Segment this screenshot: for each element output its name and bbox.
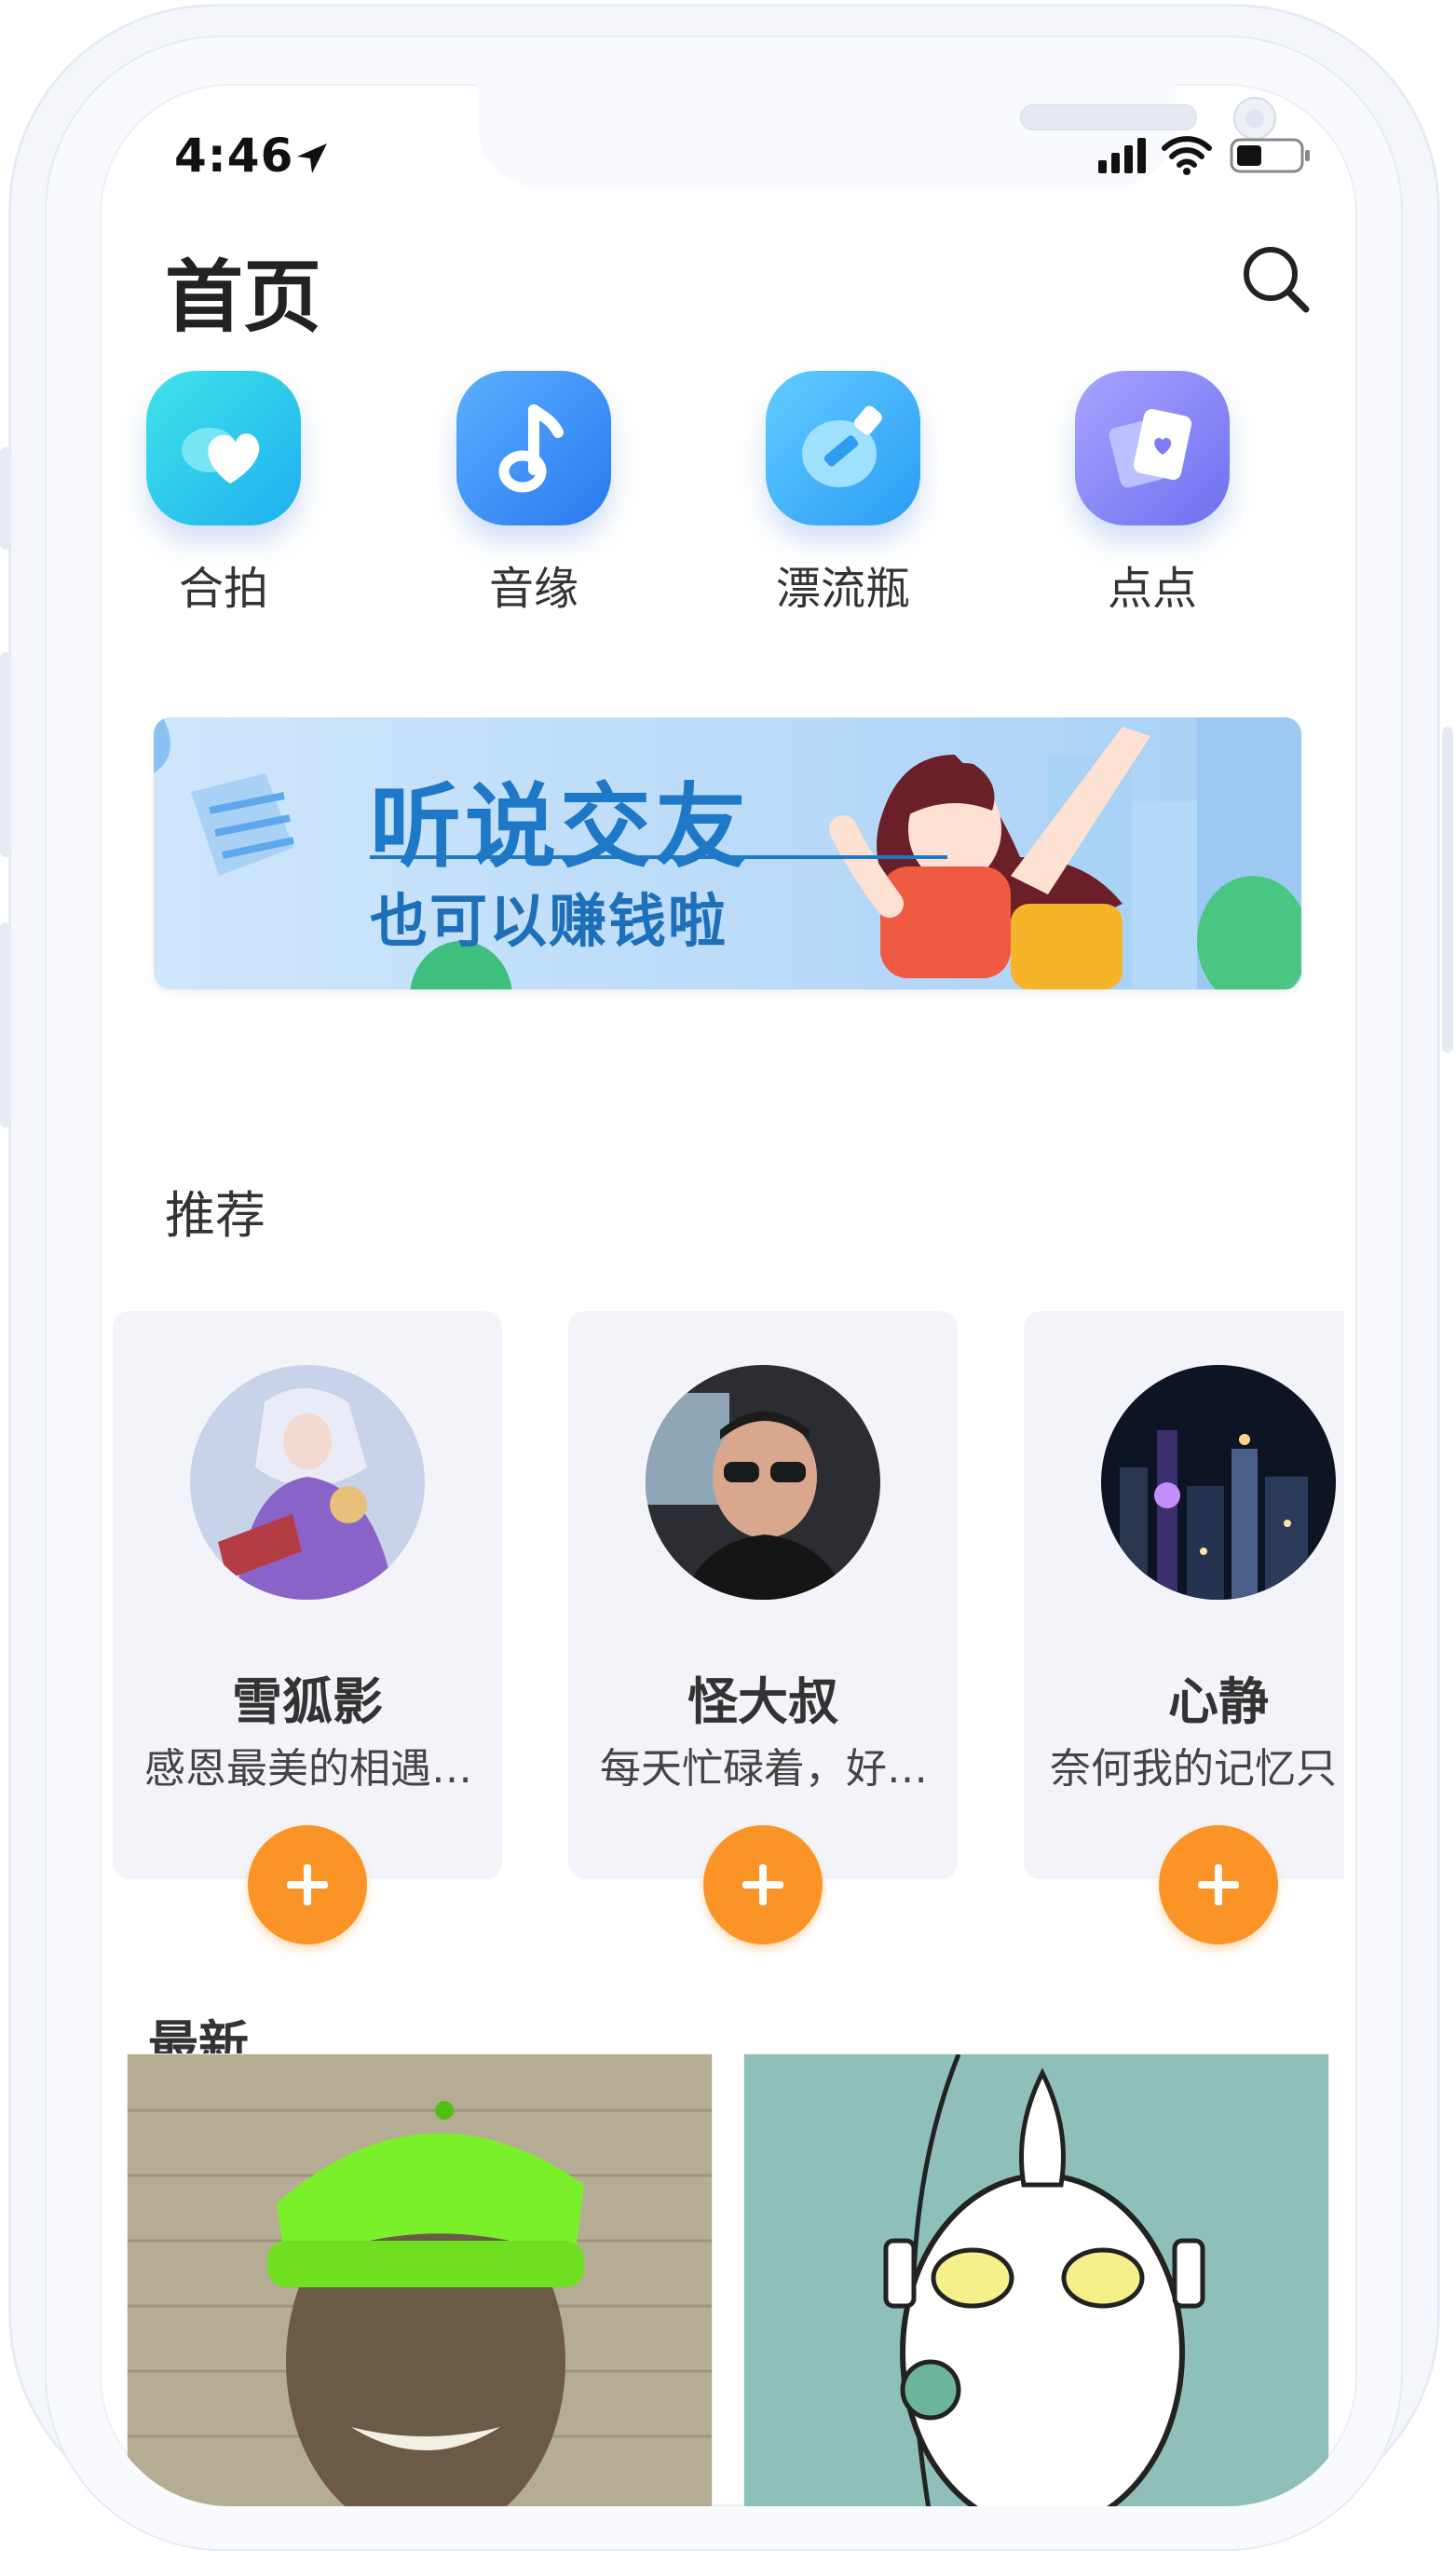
- location-arrow-icon: [297, 143, 327, 173]
- side-button: [0, 652, 11, 857]
- user-name: 心静: [1168, 1672, 1269, 1731]
- avatar[interactable]: [190, 1365, 425, 1600]
- user-name: 雪狐影: [232, 1672, 383, 1731]
- plus-icon: [287, 1864, 328, 1905]
- recommend-card[interactable]: 心静 奈何我的记忆只: [1024, 1311, 1344, 1944]
- cellular-signal-icon: [1098, 138, 1146, 173]
- notch: [477, 84, 1276, 188]
- recommend-carousel[interactable]: 雪狐影 感恩最美的相遇… 怪大叔 每天忙碌着，好… 心静 奈何我的记忆只: [100, 1225, 1344, 1961]
- quick-action-diandian[interactable]: 点点: [1031, 371, 1273, 617]
- status-time: 4:46: [174, 129, 294, 183]
- plus-icon: [1198, 1864, 1239, 1905]
- quick-action-label: 音缘: [488, 563, 578, 615]
- drift-bottle-icon: [766, 371, 920, 525]
- quick-action-label: 合拍: [178, 563, 268, 615]
- page-title: 首页: [165, 252, 322, 343]
- quick-action-yinyuan[interactable]: 音缘: [413, 371, 655, 617]
- avatar[interactable]: [646, 1365, 880, 1600]
- quick-action-label: 点点: [1107, 563, 1197, 615]
- user-name: 怪大叔: [687, 1672, 838, 1731]
- battery-icon: [1230, 138, 1310, 173]
- speaker-grille: [1020, 104, 1197, 130]
- app-screen: 4:46 首页 合拍 音缘 漂流瓶 点点 听说交友 也可以赚钱啦 推荐 雪狐影 …: [100, 84, 1357, 2506]
- feed-card[interactable]: [128, 2054, 712, 2506]
- recommend-card[interactable]: 雪狐影 感恩最美的相遇…: [113, 1311, 502, 1944]
- banner-subtitle: 也可以赚钱啦: [370, 887, 728, 955]
- banner-title: 听说交友: [370, 774, 751, 880]
- add-friend-button[interactable]: [1159, 1825, 1278, 1944]
- add-friend-button[interactable]: [703, 1825, 823, 1944]
- front-camera: [1233, 97, 1276, 140]
- plus-icon: [742, 1864, 783, 1905]
- side-button: [0, 922, 11, 1127]
- side-button: [1442, 727, 1453, 1053]
- quick-action-piaoliuping[interactable]: 漂流瓶: [722, 371, 964, 617]
- wifi-icon: [1162, 136, 1212, 175]
- add-friend-button[interactable]: [248, 1825, 367, 1944]
- music-note-icon: [456, 371, 611, 525]
- heart-cloud-icon: [146, 371, 301, 525]
- quick-action-hepai[interactable]: 合拍: [102, 371, 345, 617]
- banner-divider: [370, 855, 947, 859]
- search-icon[interactable]: [1239, 242, 1312, 315]
- promo-banner[interactable]: 听说交友 也可以赚钱啦: [154, 717, 1301, 989]
- avatar[interactable]: [1101, 1365, 1336, 1600]
- user-bio: 感恩最美的相遇…: [144, 1745, 472, 1793]
- feed-image: [744, 2054, 1328, 2506]
- user-bio: 奈何我的记忆只: [1050, 1745, 1337, 1793]
- user-bio: 每天忙碌着，好…: [600, 1745, 928, 1793]
- heart-card-icon: [1075, 371, 1230, 525]
- feed-image: [128, 2054, 712, 2506]
- recommend-card[interactable]: 怪大叔 每天忙碌着，好…: [568, 1311, 958, 1944]
- feed-card[interactable]: [744, 2054, 1328, 2506]
- side-button: [0, 447, 11, 550]
- quick-action-label: 漂流瓶: [775, 563, 910, 615]
